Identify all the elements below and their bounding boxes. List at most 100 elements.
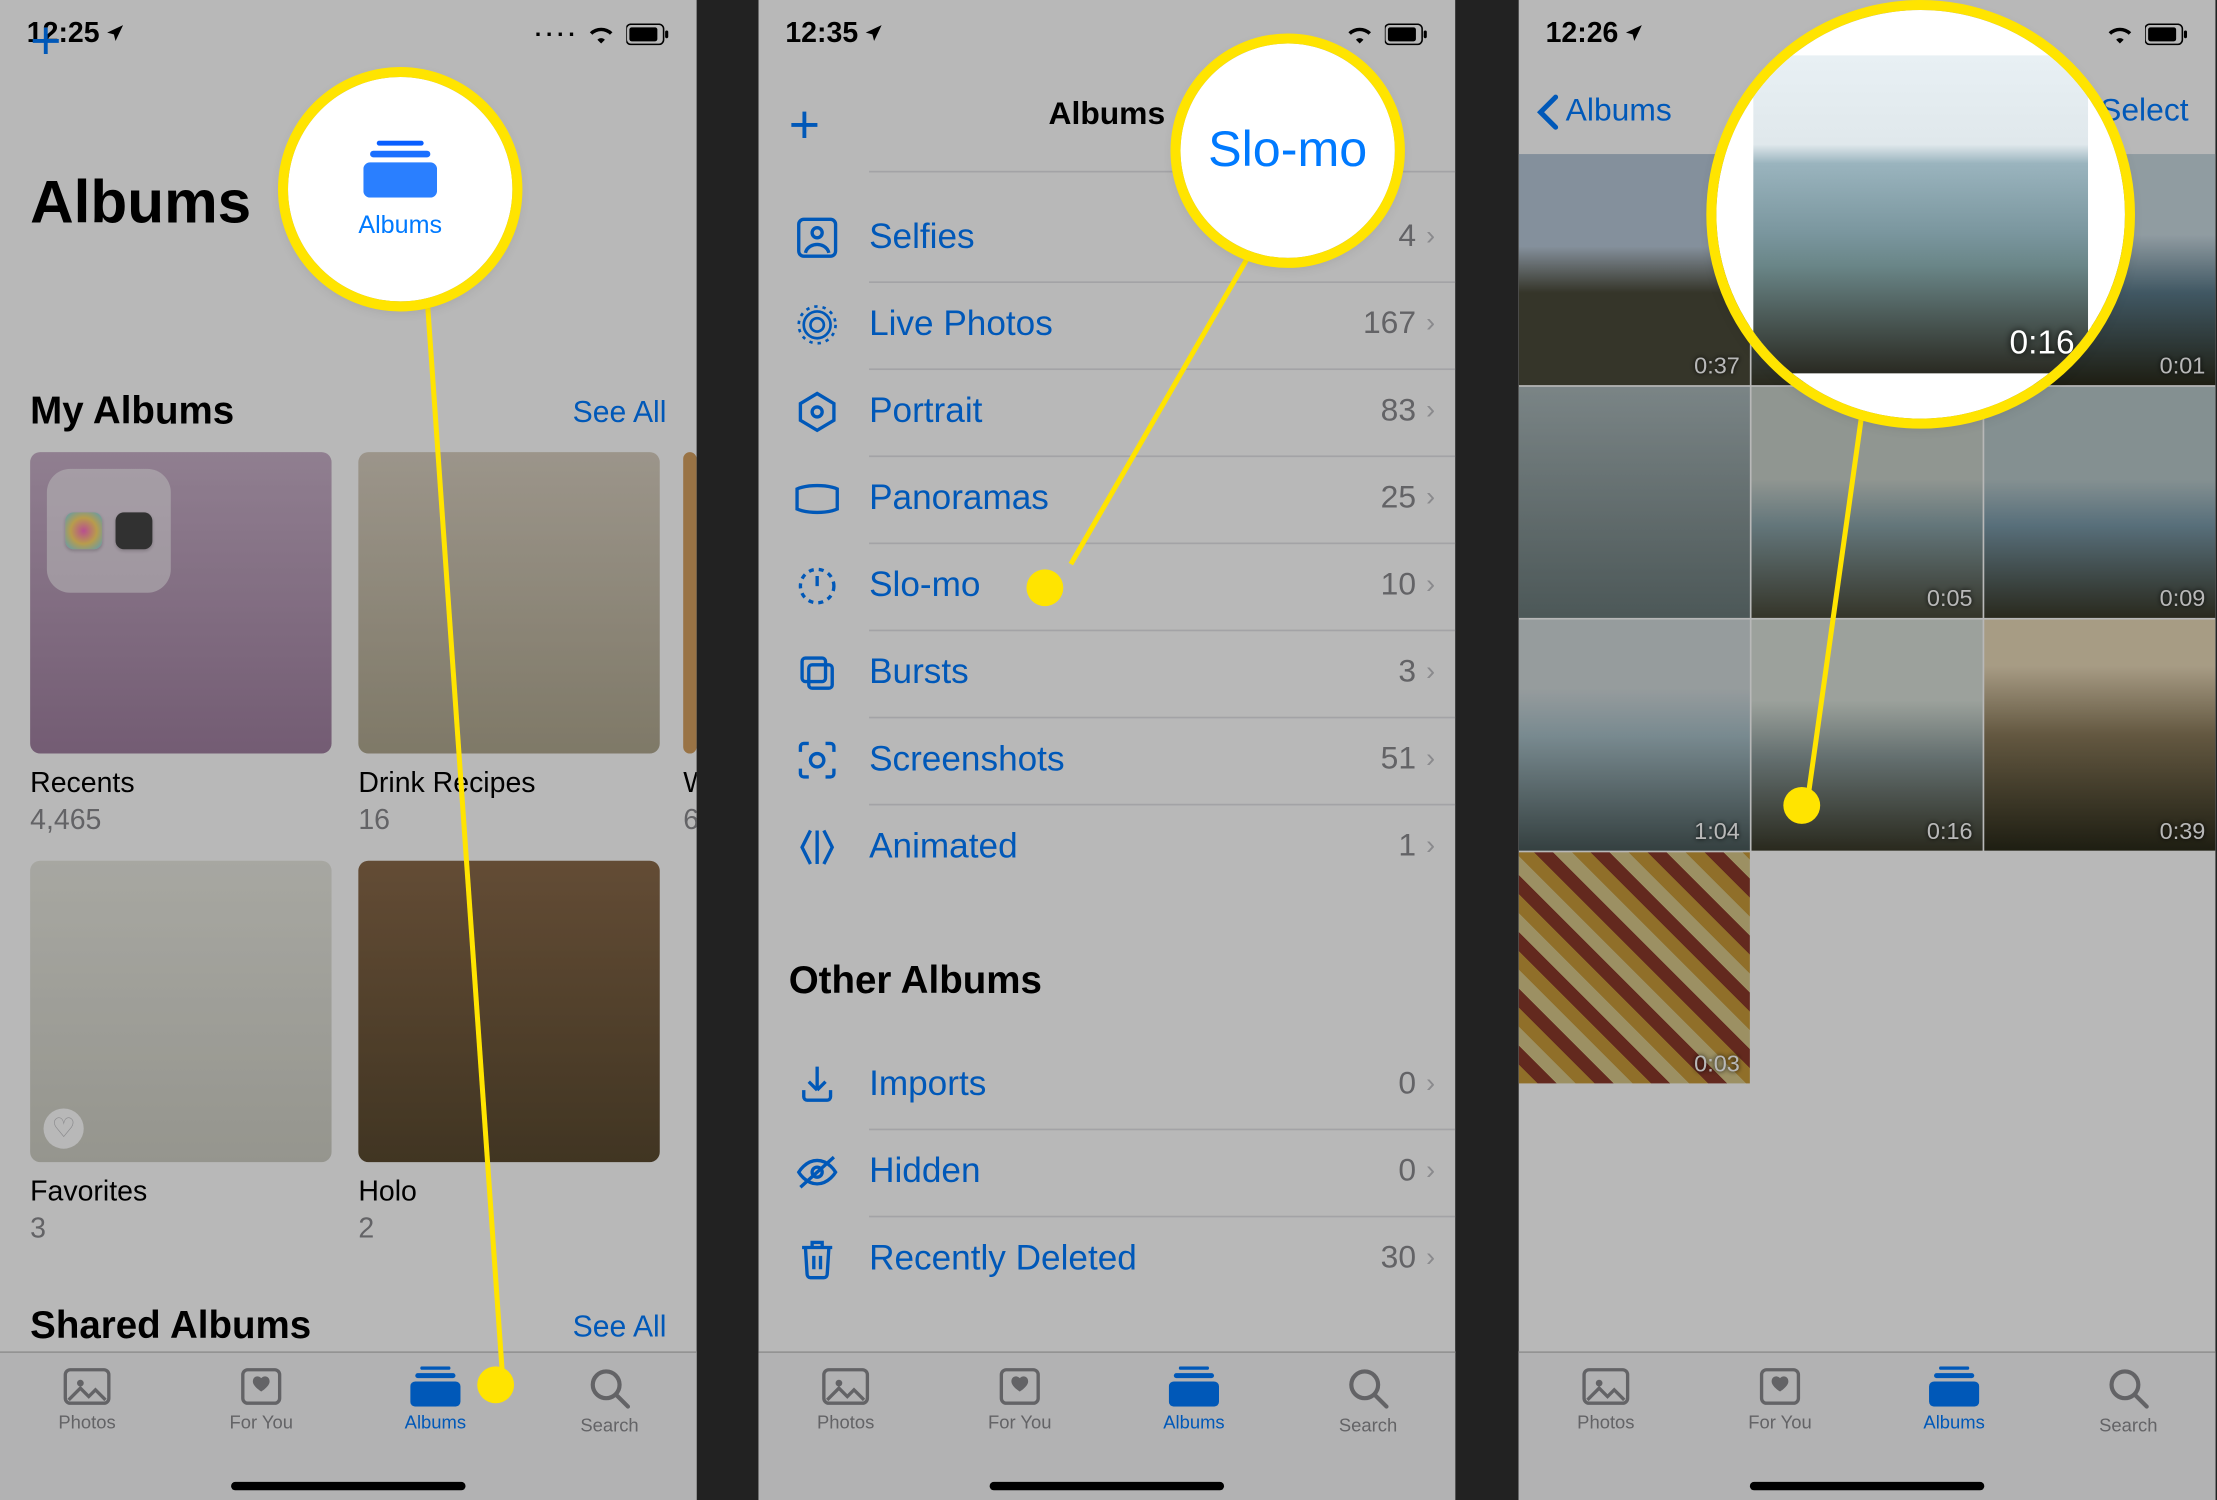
album-w-partial[interactable]: W 6 bbox=[683, 452, 696, 837]
for-you-tab-icon bbox=[998, 1366, 1042, 1406]
row-count: 0 bbox=[1398, 1154, 1416, 1191]
back-button[interactable]: Albums bbox=[1536, 94, 1672, 131]
status-bar: 12:35 bbox=[759, 0, 1456, 67]
row-label: Recently Deleted bbox=[869, 1239, 1381, 1279]
album-thumbnail bbox=[683, 452, 696, 753]
tab-label: Photos bbox=[817, 1413, 874, 1433]
row-count: 167 bbox=[1363, 306, 1416, 343]
chevron-right-icon: › bbox=[1426, 1070, 1435, 1100]
status-bar: 12:25 ···· bbox=[0, 0, 697, 67]
tab-photos[interactable]: Photos bbox=[759, 1353, 933, 1500]
tab-label: Albums bbox=[405, 1413, 466, 1433]
video-duration: 0:16 bbox=[1927, 817, 1973, 844]
tab-search[interactable]: Search bbox=[2041, 1353, 2215, 1500]
chevron-right-icon: › bbox=[1426, 1244, 1435, 1274]
row-label: Live Photos bbox=[869, 305, 1363, 345]
row-animated[interactable]: Animated 1 › bbox=[759, 804, 1456, 891]
portrait-icon bbox=[789, 383, 846, 440]
section-my-albums: My Albums bbox=[30, 388, 234, 433]
row-live-photos[interactable]: Live Photos 167 › bbox=[759, 281, 1456, 368]
row-selfies[interactable]: Selfies 4 › bbox=[759, 194, 1456, 281]
add-button[interactable]: + bbox=[30, 10, 61, 72]
wifi-icon bbox=[2105, 22, 2135, 45]
video-duration: 0:03 bbox=[1694, 1050, 1740, 1077]
tab-label: Search bbox=[1339, 1417, 1397, 1437]
row-label: Portrait bbox=[869, 392, 1381, 432]
albums-tab-icon bbox=[410, 1366, 460, 1406]
tab-albums[interactable]: Albums bbox=[1867, 1353, 2041, 1500]
row-count: 25 bbox=[1381, 481, 1416, 518]
status-bar: 12:26 bbox=[1519, 0, 2216, 67]
chevron-right-icon: › bbox=[1426, 745, 1435, 775]
video-cell[interactable]: 0:01 bbox=[1984, 154, 2215, 385]
status-time: 12:35 bbox=[785, 17, 858, 50]
video-cell[interactable]: 0:03 bbox=[1519, 852, 1750, 1083]
trash-icon bbox=[789, 1231, 846, 1288]
video-duration: 1:04 bbox=[1694, 817, 1740, 844]
tab-label: For You bbox=[988, 1413, 1052, 1433]
tab-albums[interactable]: Albums bbox=[1107, 1353, 1281, 1500]
panoramas-icon bbox=[789, 471, 846, 528]
home-indicator[interactable] bbox=[231, 1482, 465, 1490]
row-recently-deleted[interactable]: Recently Deleted 30 › bbox=[759, 1216, 1456, 1303]
chevron-right-icon: › bbox=[1426, 397, 1435, 427]
album-drink-recipes[interactable]: Drink Recipes 16 bbox=[358, 452, 659, 837]
album-holo[interactable]: Holo 2 bbox=[358, 861, 659, 1246]
chevron-right-icon: › bbox=[1426, 658, 1435, 688]
video-cell[interactable]: 0:16 bbox=[1752, 154, 1983, 385]
row-count: 10 bbox=[1381, 568, 1416, 605]
select-button[interactable]: Select bbox=[2100, 94, 2188, 131]
search-tab-icon bbox=[1346, 1366, 1390, 1410]
row-count: 3 bbox=[1398, 655, 1416, 692]
video-cell[interactable]: 0:39 bbox=[1984, 620, 2215, 851]
row-imports[interactable]: Imports 0 › bbox=[759, 1042, 1456, 1129]
row-slomo[interactable]: Slo-mo 10 › bbox=[759, 543, 1456, 630]
video-cell[interactable]: 0:05 bbox=[1752, 387, 1983, 618]
albums-tab-icon bbox=[1929, 1366, 1979, 1406]
chevron-right-icon: › bbox=[1426, 484, 1435, 514]
row-count: 1 bbox=[1398, 829, 1416, 866]
selfies-icon bbox=[789, 209, 846, 266]
video-cell[interactable]: 0:09 bbox=[1984, 387, 2215, 618]
row-hidden[interactable]: Hidden 0 › bbox=[759, 1129, 1456, 1216]
row-label: Panoramas bbox=[869, 479, 1381, 519]
album-label: Favorites bbox=[30, 1175, 331, 1208]
album-favorites[interactable]: ♡ Favorites 3 bbox=[30, 861, 331, 1246]
photos-tab-icon bbox=[62, 1366, 112, 1406]
video-cell[interactable] bbox=[1519, 387, 1750, 618]
album-label: Holo bbox=[358, 1175, 659, 1208]
album-recents[interactable]: Recents 4,465 bbox=[30, 452, 331, 837]
tab-bar: Photos For You Albums Search bbox=[0, 1351, 697, 1500]
tab-for-you[interactable]: For You bbox=[933, 1353, 1107, 1500]
video-cell[interactable]: 0:37 bbox=[1519, 154, 1750, 385]
row-label: Bursts bbox=[869, 653, 1398, 693]
tab-photos[interactable]: Photos bbox=[0, 1353, 174, 1500]
imports-icon bbox=[789, 1057, 846, 1114]
page-title: Albums bbox=[30, 167, 251, 237]
see-all-shared-albums[interactable]: See All bbox=[573, 1309, 667, 1344]
tab-photos[interactable]: Photos bbox=[1519, 1353, 1693, 1500]
photos-tab-icon bbox=[821, 1366, 871, 1406]
album-thumbnail: ♡ bbox=[30, 861, 331, 1162]
album-count: 4,465 bbox=[30, 804, 331, 837]
tab-search[interactable]: Search bbox=[522, 1353, 696, 1500]
row-bursts[interactable]: Bursts 3 › bbox=[759, 630, 1456, 717]
tab-for-you[interactable]: For You bbox=[174, 1353, 348, 1500]
album-thumbnail bbox=[358, 452, 659, 753]
highlight-label: Albums bbox=[358, 210, 442, 238]
tab-search[interactable]: Search bbox=[1281, 1353, 1455, 1500]
row-screenshots[interactable]: Screenshots 51 › bbox=[759, 717, 1456, 804]
animated-icon bbox=[789, 819, 846, 876]
row-count: 83 bbox=[1381, 394, 1416, 431]
video-cell[interactable]: 1:04 bbox=[1519, 620, 1750, 851]
tab-for-you[interactable]: For You bbox=[1693, 1353, 1867, 1500]
album-thumbnail bbox=[358, 861, 659, 1162]
row-portrait[interactable]: Portrait 83 › bbox=[759, 368, 1456, 455]
video-duration: 0:16 bbox=[1927, 352, 1973, 379]
tab-label: Albums bbox=[1163, 1413, 1224, 1433]
home-indicator[interactable] bbox=[990, 1482, 1224, 1490]
tab-label: Search bbox=[2099, 1417, 2157, 1437]
see-all-my-albums[interactable]: See All bbox=[573, 395, 667, 430]
home-indicator[interactable] bbox=[1750, 1482, 1984, 1490]
album-count: 16 bbox=[358, 804, 659, 837]
